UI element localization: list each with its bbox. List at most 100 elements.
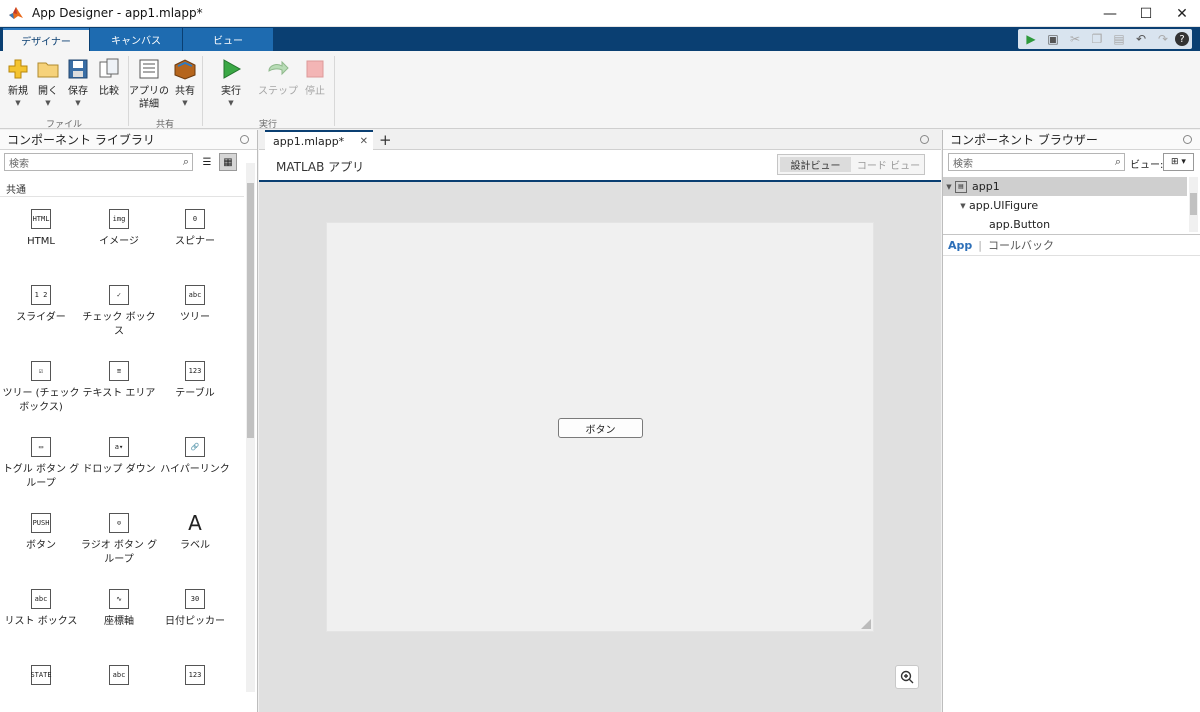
component-library-header: コンポーネント ライブラリ xyxy=(0,130,257,150)
run-button[interactable]: 実行 ▼ xyxy=(216,57,246,107)
app-header: MATLAB アプリ 設計ビュー コード ビュー xyxy=(259,150,941,182)
component-item[interactable]: 123 xyxy=(156,665,234,690)
component-item[interactable]: ✓ チェック ボックス xyxy=(80,285,158,339)
design-view-button[interactable]: 設計ビュー xyxy=(780,157,851,172)
component-item[interactable]: 🔗 ハイパーリンク xyxy=(156,437,234,477)
component-label: ドロップ ダウン xyxy=(82,464,156,475)
component-label: テキスト エリア xyxy=(82,388,156,399)
copy-icon[interactable]: ❐ xyxy=(1087,30,1107,48)
chevron-down-icon: ▼ xyxy=(182,99,188,107)
component-label: イメージ xyxy=(99,236,139,247)
step-button[interactable]: ステップ xyxy=(258,57,298,98)
component-item[interactable]: ⊙ ラジオ ボタン グループ xyxy=(80,513,158,567)
component-icon: 🔗 xyxy=(185,437,205,457)
component-label: ボタン xyxy=(26,540,56,551)
component-browser-title: コンポーネント ブラウザー xyxy=(950,133,1098,147)
new-button[interactable]: 新規 ▼ xyxy=(3,57,33,107)
zoom-button[interactable] xyxy=(895,665,919,689)
expand-icon[interactable]: ▼ xyxy=(957,202,969,210)
document-tab[interactable]: app1.mlapp* ✕ xyxy=(265,130,373,151)
compare-button[interactable]: 比較 xyxy=(94,57,124,98)
list-view-icon[interactable]: ☰ xyxy=(198,153,216,171)
component-icon: 1 2 xyxy=(31,285,51,305)
zoom-in-icon xyxy=(900,670,914,684)
help-icon[interactable]: ? xyxy=(1175,32,1189,46)
tree-item-uifigure[interactable]: ▼ app.UIFigure xyxy=(943,196,1187,215)
component-item[interactable]: abc ツリー xyxy=(156,285,234,325)
component-item[interactable]: ▭ トグル ボタン グループ xyxy=(2,437,80,491)
app-details-button[interactable]: アプリの 詳細 xyxy=(129,57,169,111)
stop-button[interactable]: 停止 xyxy=(300,57,330,98)
tab-view[interactable]: ビュー xyxy=(183,28,273,51)
component-item[interactable]: abc xyxy=(80,665,158,690)
tree-scrollbar[interactable] xyxy=(1189,177,1198,232)
component-label: 座標軸 xyxy=(104,616,134,627)
component-item[interactable]: img イメージ xyxy=(80,209,158,249)
app-button[interactable]: ボタン xyxy=(558,418,643,438)
component-item[interactable]: abc リスト ボックス xyxy=(2,589,80,629)
chevron-down-icon: ▼ xyxy=(15,99,21,107)
component-item[interactable]: STATE xyxy=(2,665,80,690)
tab-callbacks[interactable]: コールバック xyxy=(988,237,1054,253)
tree-item-app1[interactable]: ▼ ▤ app1 xyxy=(943,177,1187,196)
code-view-button[interactable]: コード ビュー xyxy=(853,155,924,174)
library-scrollbar[interactable] xyxy=(246,163,255,692)
expand-icon[interactable]: ▼ xyxy=(943,183,955,191)
component-item[interactable]: 1 2 スライダー xyxy=(2,285,80,325)
undo-icon[interactable]: ↶ xyxy=(1131,30,1151,48)
component-item[interactable]: HTML HTML xyxy=(2,209,80,249)
component-item[interactable]: ∿ 座標軸 xyxy=(80,589,158,629)
panel-options-icon[interactable] xyxy=(920,135,929,144)
component-item[interactable]: 30 日付ピッカー xyxy=(156,589,234,629)
app-details-icon xyxy=(139,59,159,79)
grid-view-icon[interactable]: ▦ xyxy=(219,153,237,171)
add-tab-icon[interactable]: + xyxy=(379,131,392,149)
run-icon[interactable]: ▶ xyxy=(1021,30,1041,48)
ribbon-separator xyxy=(334,56,335,126)
minimize-button[interactable]: — xyxy=(1092,0,1128,27)
stop-icon xyxy=(306,60,324,78)
component-icon: 123 xyxy=(185,361,205,381)
save-icon[interactable]: ▣ xyxy=(1043,30,1063,48)
library-search-input[interactable]: 検索 ⌕ xyxy=(4,153,193,171)
component-item[interactable]: 0 スピナー xyxy=(156,209,234,249)
share-button[interactable]: 共有 ▼ xyxy=(170,57,200,107)
component-icon: A xyxy=(185,511,205,535)
browser-search-input[interactable]: 検索 ⌕ xyxy=(948,153,1125,171)
panel-options-icon[interactable] xyxy=(240,135,249,144)
component-grid: HTML HTML img イメージ 0 スピナー 1 2 スライダー ✓ チェック ボックス ab… xyxy=(0,196,244,690)
panel-options-icon[interactable] xyxy=(1183,135,1192,144)
close-window-button[interactable]: ✕ xyxy=(1164,0,1200,27)
tab-designer[interactable]: デザイナー xyxy=(3,28,89,51)
chevron-down-icon: ▼ xyxy=(75,99,81,107)
open-button[interactable]: 開く ▼ xyxy=(33,57,63,107)
component-item[interactable]: ≡ テキスト エリア xyxy=(80,361,158,401)
component-label: トグル ボタン グループ xyxy=(2,464,80,489)
component-item[interactable]: PUSH ボタン xyxy=(2,513,80,553)
component-item[interactable]: ☑ ツリー (チェック ボックス) xyxy=(2,361,80,415)
tab-canvas[interactable]: キャンバス xyxy=(90,28,182,51)
tree-item-button[interactable]: app.Button xyxy=(943,215,1187,234)
redo-icon[interactable]: ↷ xyxy=(1153,30,1173,48)
resize-grip-icon[interactable] xyxy=(861,619,871,629)
component-item[interactable]: a▾ ドロップ ダウン xyxy=(80,437,158,477)
save-button[interactable]: 保存 ▼ xyxy=(63,57,93,107)
component-label: リスト ボックス xyxy=(4,616,78,627)
scrollbar-thumb[interactable] xyxy=(1190,193,1197,215)
scrollbar-thumb[interactable] xyxy=(247,183,254,438)
component-label: 日付ピッカー xyxy=(165,616,225,627)
view-dropdown[interactable]: ⊞ ▾ xyxy=(1163,153,1194,171)
app-canvas[interactable]: ボタン xyxy=(326,222,874,632)
component-icon: STATE xyxy=(30,665,52,685)
paste-icon[interactable]: ▤ xyxy=(1109,30,1129,48)
component-item[interactable]: A ラベル xyxy=(156,511,234,553)
component-item[interactable]: 123 テーブル xyxy=(156,361,234,401)
component-icon: ▭ xyxy=(31,437,51,457)
section-common: 共通 xyxy=(6,185,26,196)
maximize-button[interactable]: ☐ xyxy=(1128,0,1164,27)
cut-icon[interactable]: ✂ xyxy=(1065,30,1085,48)
design-area: app1.mlapp* ✕ + MATLAB アプリ 設計ビュー コード ビュー… xyxy=(259,130,941,712)
tab-app[interactable]: App xyxy=(948,239,972,252)
close-icon[interactable]: ✕ xyxy=(360,136,368,147)
component-icon: HTML xyxy=(31,209,51,229)
